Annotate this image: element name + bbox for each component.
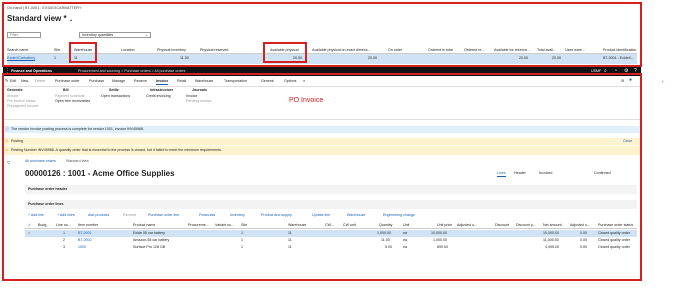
highlight-po-form xyxy=(2,73,642,281)
highlight-available-physical xyxy=(263,42,307,63)
right-margin xyxy=(643,76,679,280)
highlight-onhand-panel xyxy=(2,2,642,67)
highlight-warehouse-column xyxy=(69,42,97,63)
chevron-right-icon[interactable]: › xyxy=(662,80,664,85)
